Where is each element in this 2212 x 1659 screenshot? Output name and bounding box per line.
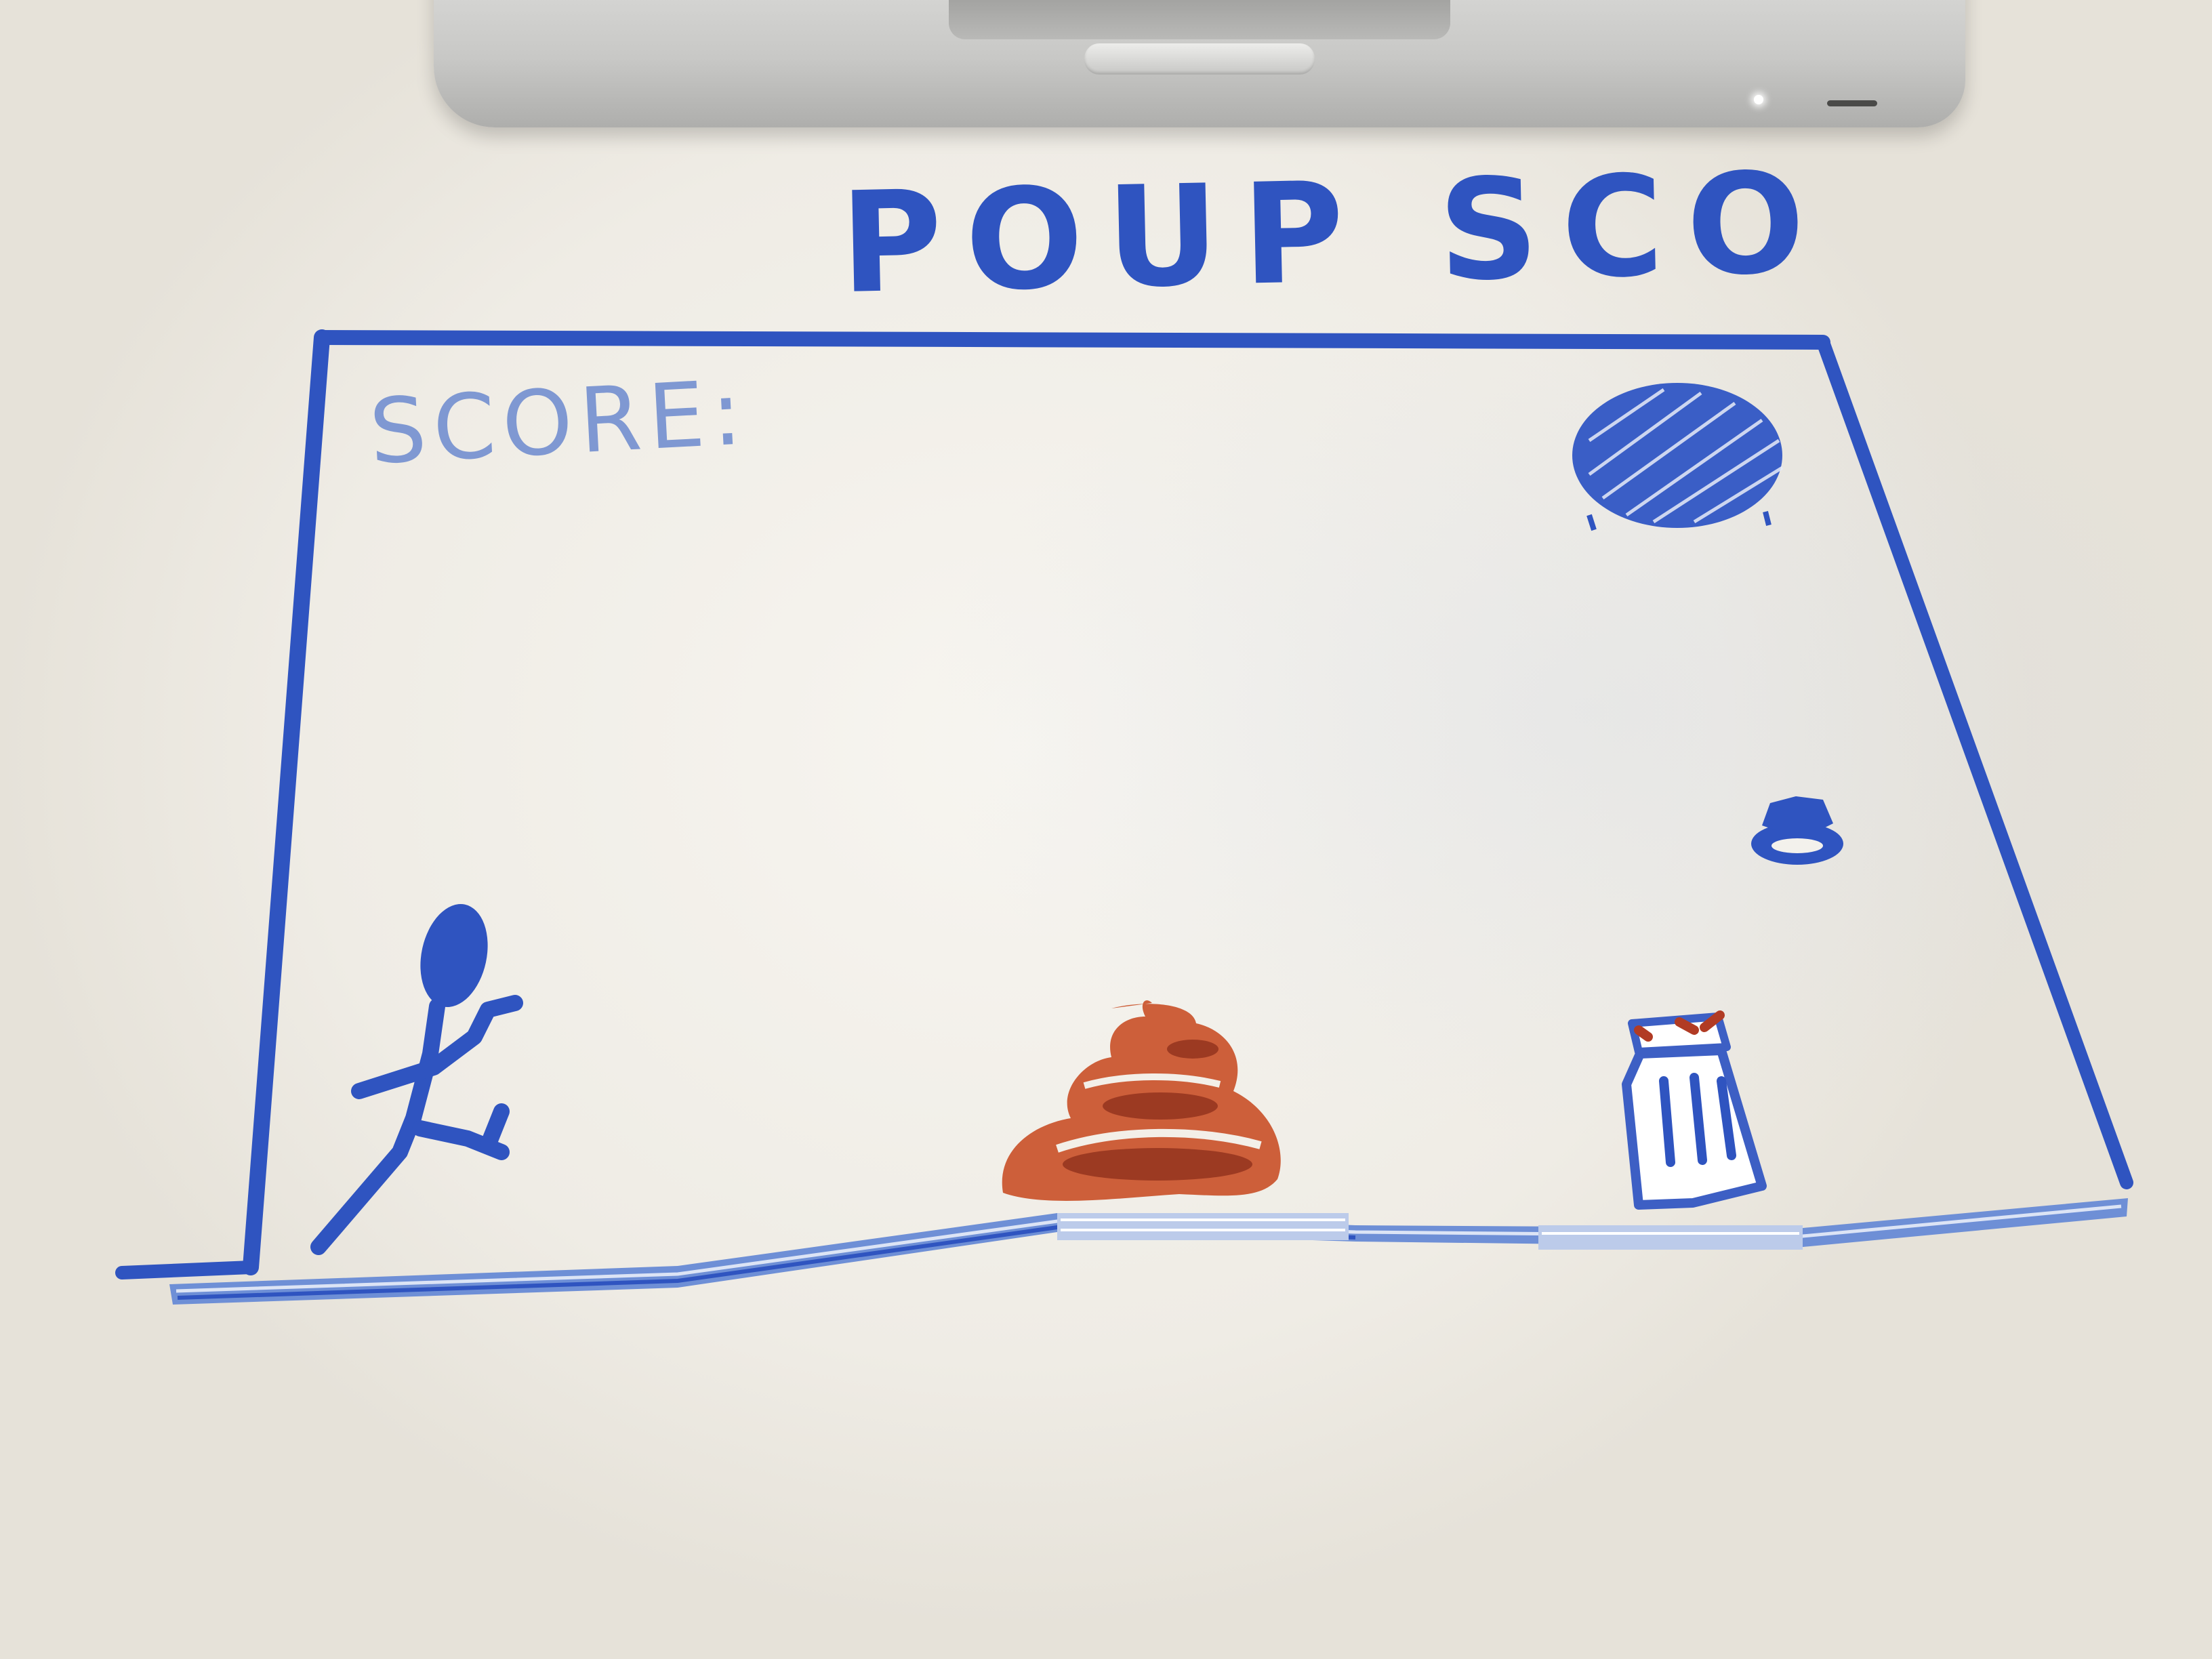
game-scene xyxy=(115,329,2133,1305)
poop-pile xyxy=(1002,1000,1281,1201)
score-value xyxy=(847,369,1118,471)
moon-ball xyxy=(1572,383,1784,531)
ground-line xyxy=(169,1198,2128,1305)
trash-can xyxy=(1622,1010,1767,1210)
floating-ring-token xyxy=(1751,796,1843,865)
player-stick-figure xyxy=(310,904,523,1255)
whiteboard: POUP SCOOT SCORE: xyxy=(0,0,2212,1659)
